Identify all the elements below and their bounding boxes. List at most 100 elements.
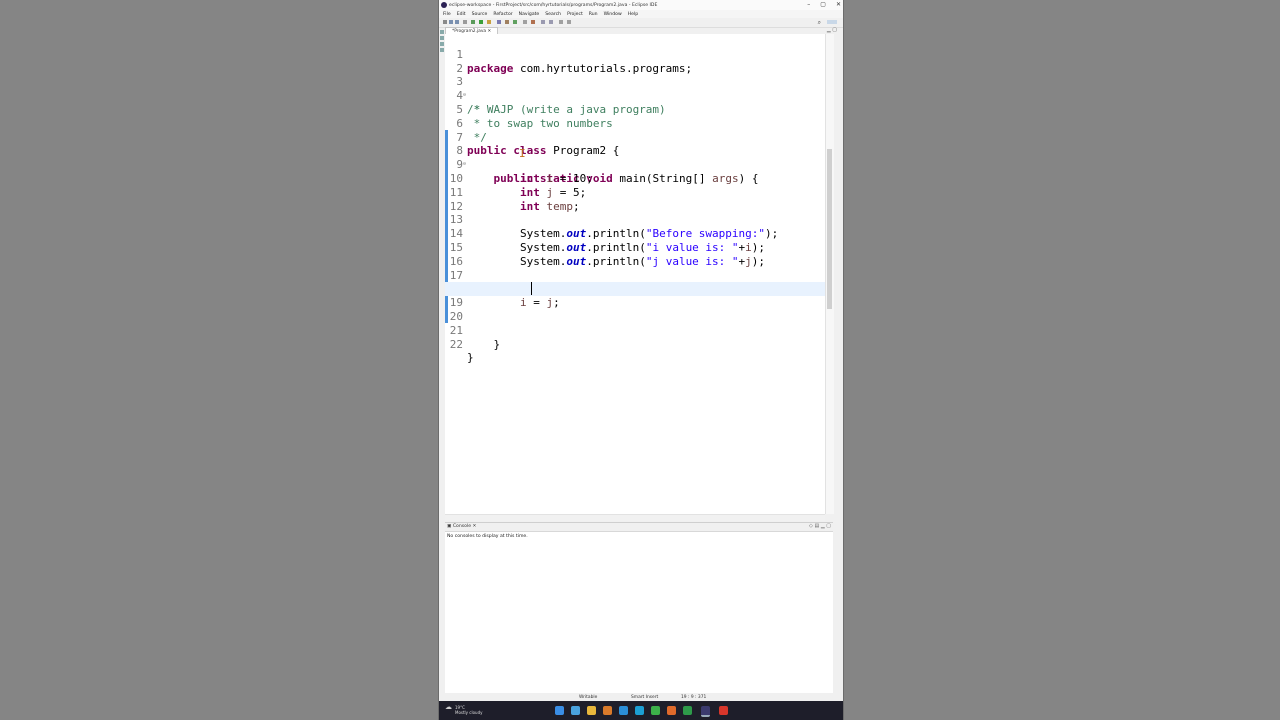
menu-navigate[interactable]: Navigate xyxy=(519,12,540,17)
edge-browser-icon[interactable] xyxy=(635,706,644,715)
print-icon[interactable] xyxy=(463,20,467,24)
outline-icon[interactable] xyxy=(440,36,444,40)
line-number: 22 xyxy=(449,337,463,351)
editor-tab-strip: *Program2.java ✕ ▁ ▢ xyxy=(445,27,837,35)
menu-help[interactable]: Help xyxy=(628,12,638,17)
editor-vertical-scrollbar[interactable] xyxy=(825,34,834,514)
external-tools-icon[interactable] xyxy=(487,20,491,24)
firefox-browser-icon[interactable] xyxy=(667,706,676,715)
menu-source[interactable]: Source xyxy=(472,12,488,17)
new-class-icon[interactable] xyxy=(513,20,517,24)
code-line: 22 } xyxy=(445,324,825,365)
code-editor[interactable]: 1 package com.hyrtutorials.programs; 2 3… xyxy=(445,34,825,514)
eclipse-logo-icon xyxy=(441,2,447,8)
problems-icon[interactable] xyxy=(440,42,444,46)
app-icon[interactable] xyxy=(603,706,612,715)
recorder-app-icon[interactable] xyxy=(719,706,728,715)
window-title: eclipse-workspace - FirstProject/src/com… xyxy=(449,2,658,8)
code-line: 10 int j = 5; xyxy=(445,158,825,199)
back-icon[interactable] xyxy=(559,20,563,24)
minimize-view-icon[interactable]: ▁ xyxy=(821,523,825,529)
close-button[interactable]: ✕ xyxy=(836,1,841,8)
open-type-icon[interactable] xyxy=(523,20,527,24)
maximize-editor-icon[interactable]: ▢ xyxy=(832,27,837,33)
code-line: 11 int temp; xyxy=(445,172,825,213)
tasks-icon[interactable] xyxy=(440,48,444,52)
code-line: 17 temp = i; xyxy=(445,255,825,296)
code-line: 5 * to swap two numbers xyxy=(445,89,825,130)
task-view-icon[interactable] xyxy=(571,706,580,715)
code-line: 3 ⊖ /* xyxy=(445,62,825,116)
code-line: 7 public class Program2 { xyxy=(445,117,825,158)
menu-refactor[interactable]: Refactor xyxy=(493,12,512,17)
menu-run[interactable]: Run xyxy=(589,12,598,17)
console-icon: ▣ xyxy=(447,524,452,529)
status-bar: Writable Smart Insert 19 : 9 : 371 xyxy=(439,694,843,701)
console-view: ▣ Console ✕ ◇ ▤ ▁ ▢ No consoles to displ… xyxy=(445,522,833,693)
search-icon[interactable]: ⌕ xyxy=(818,19,821,27)
console-tab[interactable]: ▣ Console ✕ xyxy=(445,523,833,532)
maximize-button[interactable]: ▢ xyxy=(820,1,826,8)
status-writable: Writable xyxy=(579,695,598,700)
console-tab-label: Console xyxy=(452,524,472,529)
minimize-button[interactable]: – xyxy=(807,1,810,8)
app-icon[interactable] xyxy=(619,706,628,715)
debug-icon[interactable] xyxy=(471,20,475,24)
file-explorer-icon[interactable] xyxy=(587,706,596,715)
new-package-icon[interactable] xyxy=(505,20,509,24)
menu-bar: File Edit Source Refactor Navigate Searc… xyxy=(439,10,843,18)
console-empty-message: No consoles to display at this time. xyxy=(447,534,528,539)
cloud-icon: ☁ xyxy=(445,703,452,711)
forward-icon[interactable] xyxy=(567,20,571,24)
code-line: 9 int i = 10; xyxy=(445,144,825,185)
save-all-icon[interactable] xyxy=(455,20,459,24)
maximize-view-icon[interactable]: ▢ xyxy=(826,523,831,529)
current-code-line: 19 xyxy=(445,282,825,309)
title-bar: eclipse-workspace - FirstProject/src/com… xyxy=(439,0,843,10)
code-line: 6 */ xyxy=(445,103,825,144)
status-cursor-position: 19 : 9 : 371 xyxy=(681,695,707,700)
prev-annotation-icon[interactable] xyxy=(549,20,553,24)
code-line: 14 System.out.println("i value is: "+i); xyxy=(445,213,825,254)
status-insert-mode: Smart Insert xyxy=(631,695,659,700)
code-line: 2 xyxy=(445,48,825,75)
search-tool-icon[interactable] xyxy=(531,20,535,24)
menu-edit[interactable]: Edit xyxy=(457,12,466,17)
editor-horizontal-scrollbar[interactable] xyxy=(445,514,825,521)
code-line: 21 } xyxy=(445,310,825,351)
menu-file[interactable]: File xyxy=(443,12,451,17)
scrollbar-thumb[interactable] xyxy=(827,149,832,309)
code-line: 1 package com.hyrtutorials.programs; xyxy=(445,34,825,75)
code-line: 15 System.out.println("j value is: "+j); xyxy=(445,227,825,268)
code-line: 18 i = j; xyxy=(445,269,825,309)
windows-taskbar: ☁ 19°C Mostly cloudy xyxy=(439,701,843,720)
excel-icon[interactable] xyxy=(683,706,692,715)
mouse-ibeam-cursor: I xyxy=(519,147,526,160)
pin-console-icon[interactable]: ◇ xyxy=(809,523,813,529)
save-icon[interactable] xyxy=(449,20,453,24)
run-icon[interactable] xyxy=(479,20,483,24)
code-line: 16 xyxy=(445,241,825,268)
code-line: 4 * WAJP (write a java program) xyxy=(445,75,825,116)
next-annotation-icon[interactable] xyxy=(541,20,545,24)
menu-project[interactable]: Project xyxy=(567,12,583,17)
display-console-icon[interactable]: ▤ xyxy=(814,523,819,529)
code-line: 12 xyxy=(445,186,825,213)
new-java-project-icon[interactable] xyxy=(497,20,501,24)
code-line: 8 ⊖ public static void main(String[] arg… xyxy=(445,131,825,185)
menu-search[interactable]: Search xyxy=(545,12,561,17)
perspective-switcher-icon[interactable] xyxy=(827,20,837,24)
new-icon[interactable] xyxy=(443,20,447,24)
windows-start-icon[interactable] xyxy=(555,706,564,715)
eclipse-window: eclipse-workspace - FirstProject/src/com… xyxy=(438,0,844,720)
text-caret xyxy=(531,282,532,295)
code-line: 13 System.out.println("Before swapping:"… xyxy=(445,200,825,240)
code-line: 20 xyxy=(445,296,825,323)
minimize-editor-icon[interactable]: ▁ xyxy=(827,27,831,33)
eclipse-taskbar-icon[interactable] xyxy=(701,706,710,717)
close-console-icon[interactable]: ✕ xyxy=(473,524,477,529)
package-explorer-icon[interactable] xyxy=(440,30,444,34)
chrome-browser-icon[interactable] xyxy=(651,706,660,715)
weather-description: Mostly cloudy xyxy=(455,710,483,715)
menu-window[interactable]: Window xyxy=(604,12,622,17)
